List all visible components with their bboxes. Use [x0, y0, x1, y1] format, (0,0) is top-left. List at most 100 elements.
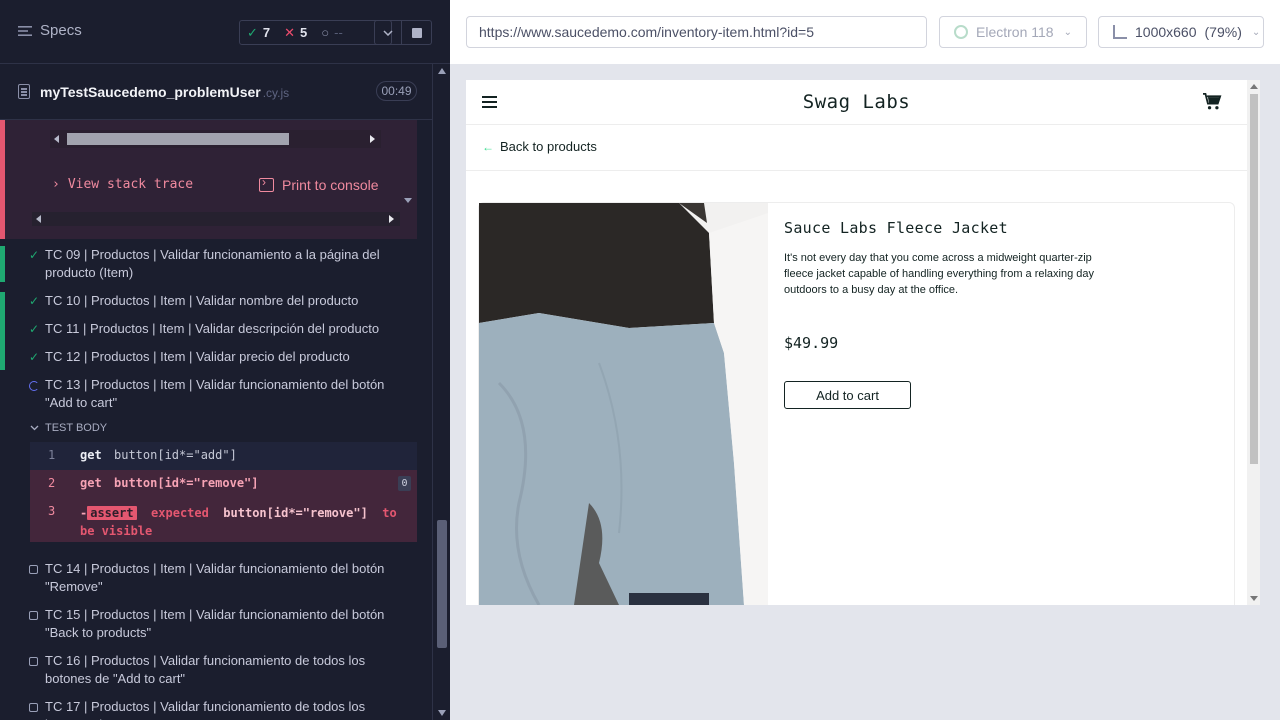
print-to-console-button[interactable]: Print to console	[259, 175, 379, 193]
assert-selector: button[id*="remove"]	[223, 506, 368, 520]
viewport-selector[interactable]: 1000x660 (79%) ⌄	[1098, 16, 1264, 48]
command-message: button[id*="add"]	[114, 448, 237, 462]
command-name: get	[80, 476, 102, 490]
app-iframe: Swag Labs ← Back to products Sauce Labs …	[466, 80, 1260, 605]
test-stats: ✓ 7 ✕ 5 ○ --	[239, 20, 392, 45]
pending-square-icon	[29, 611, 38, 620]
test-item[interactable]: TC 16 | Productos | Validar funcionamien…	[0, 652, 417, 688]
product-name: Sauce Labs Fleece Jacket	[784, 219, 1008, 237]
test-title: TC 12 | Productos | Item | Validar preci…	[45, 349, 350, 364]
electron-icon	[954, 25, 968, 39]
test-item[interactable]: TC 17 | Productos | Validar funcionamien…	[0, 698, 417, 720]
command-number: 2	[48, 476, 56, 490]
terminal-icon	[259, 175, 274, 192]
passed-count: 7	[262, 25, 271, 40]
scroll-left-icon[interactable]	[54, 135, 59, 143]
stop-icon	[411, 27, 422, 38]
test-title: TC 16 | Productos | Validar funcionamien…	[45, 653, 366, 686]
pending-square-icon	[29, 565, 38, 574]
spec-title-row: myTestSaucedemo_problemUser .cy.js 00:49	[0, 65, 432, 120]
scroll-up-icon[interactable]	[438, 68, 446, 74]
test-item-running[interactable]: TC 13 | Productos | Item | Validar funci…	[0, 376, 417, 412]
spec-duration: 00:49	[376, 81, 417, 101]
print-to-console-label: Print to console	[282, 177, 379, 193]
reporter-panel: Specs ✓ 7 ✕ 5 ○ -- myTestSaucedemo_probl…	[0, 0, 450, 720]
browser-name: Electron 118	[976, 24, 1054, 40]
back-to-products-button[interactable]: ← Back to products	[482, 139, 597, 154]
test-item[interactable]: ✓ TC 12 | Productos | Item | Validar pre…	[0, 348, 417, 370]
status-bar	[0, 320, 5, 348]
reporter-header: Specs ✓ 7 ✕ 5 ○ --	[0, 0, 450, 64]
spec-filename: myTestSaucedemo_problemUser .cy.js	[40, 84, 289, 100]
test-body-toggle[interactable]: TEST BODY	[30, 422, 107, 434]
back-to-products-label: Back to products	[500, 139, 597, 154]
options-dropdown-button[interactable]	[374, 20, 402, 45]
test-item[interactable]: ✓ TC 10 | Productos | Item | Validar nom…	[0, 292, 417, 320]
scroll-down-icon[interactable]	[438, 710, 446, 716]
app-scrollbar[interactable]	[1247, 80, 1260, 605]
test-item[interactable]: ✓ TC 09 | Productos | Validar funcionami…	[0, 246, 417, 282]
specs-list-icon	[18, 25, 32, 36]
scroll-down-icon[interactable]	[1250, 596, 1258, 601]
passed-check-icon: ✓	[29, 350, 40, 364]
spec-extension: .cy.js	[262, 86, 290, 100]
command-name: get	[80, 448, 102, 462]
scroll-right-icon[interactable]	[389, 215, 394, 223]
reporter-scroll-thumb[interactable]	[437, 520, 447, 648]
pending-stat: ○ --	[314, 25, 350, 40]
pending-count: --	[334, 25, 343, 40]
assert-message: - assert expected button[id*="remove"] to…	[80, 506, 397, 538]
test-title: TC 13 | Productos | Item | Validar funci…	[45, 377, 385, 410]
command-row[interactable]: 1 get button[id*="add"]	[30, 442, 417, 470]
aut-toolbar: https://www.saucedemo.com/inventory-item…	[450, 0, 1280, 64]
command-message: button[id*="remove"]	[114, 476, 259, 490]
stop-button[interactable]	[402, 20, 432, 45]
app-scroll-thumb[interactable]	[1250, 94, 1258, 464]
scroll-up-icon[interactable]	[1250, 84, 1258, 89]
app-logo: Swag Labs	[802, 91, 911, 113]
spec-name-text: myTestSaucedemo_problemUser	[40, 84, 261, 100]
command-number: 3	[48, 504, 56, 518]
failed-count: 5	[300, 25, 308, 40]
fleece-jacket-image	[479, 203, 768, 605]
browser-selector[interactable]: Electron 118 ⌄	[939, 16, 1087, 48]
chevron-right-icon: ›	[52, 177, 60, 192]
failed-stat: ✕ 5	[277, 25, 314, 41]
chevron-down-icon: ⌄	[1251, 26, 1261, 38]
product-description: It's not every day that you come across …	[784, 252, 1095, 296]
pass-check-icon: ✓	[247, 24, 258, 40]
error-scroll-down-icon[interactable]	[404, 198, 412, 203]
command-row-assert[interactable]: 3 - assert expected button[id*="remove"] …	[30, 498, 417, 542]
command-row-failed[interactable]: 2 get button[id*="remove"] 0	[30, 470, 417, 498]
status-bar	[0, 246, 5, 282]
view-stack-trace-button[interactable]: › View stack trace	[52, 177, 193, 192]
add-to-cart-button[interactable]: Add to cart	[784, 381, 911, 409]
zoom-level: (79%)	[1204, 24, 1242, 40]
specs-label: Specs	[40, 22, 82, 39]
app-header: Swag Labs	[466, 80, 1247, 125]
specs-button[interactable]: Specs	[18, 22, 82, 39]
status-bar	[0, 292, 5, 320]
error-stripe	[0, 120, 5, 239]
running-spinner-icon	[29, 381, 39, 391]
pending-circle-icon: ○	[321, 25, 330, 40]
assert-tag: assert	[87, 506, 137, 520]
passed-check-icon: ✓	[29, 248, 40, 262]
scroll-left-icon[interactable]	[36, 215, 41, 223]
fail-x-icon: ✕	[284, 24, 296, 40]
shopping-cart-icon[interactable]	[1202, 93, 1222, 111]
test-title: TC 14 | Productos | Item | Validar funci…	[45, 561, 385, 594]
scroll-right-icon[interactable]	[370, 135, 375, 143]
test-item[interactable]: TC 14 | Productos | Item | Validar funci…	[0, 560, 417, 596]
chevron-down-icon	[30, 425, 39, 431]
arrow-left-icon: ←	[482, 139, 494, 154]
test-title: TC 17 | Productos | Validar funcionamien…	[45, 699, 366, 720]
url-bar[interactable]: https://www.saucedemo.com/inventory-item…	[466, 16, 927, 48]
test-item[interactable]: TC 15 | Productos | Item | Validar funci…	[0, 606, 417, 642]
reporter-scrollbar[interactable]	[432, 64, 450, 720]
error-code-scroll-thumb[interactable]	[67, 133, 289, 145]
product-price: $49.99	[784, 334, 839, 352]
error-horizontal-scrollbar[interactable]	[32, 212, 400, 226]
secondary-header: ← Back to products	[466, 125, 1247, 171]
test-item[interactable]: ✓ TC 11 | Productos | Item | Validar des…	[0, 320, 417, 348]
